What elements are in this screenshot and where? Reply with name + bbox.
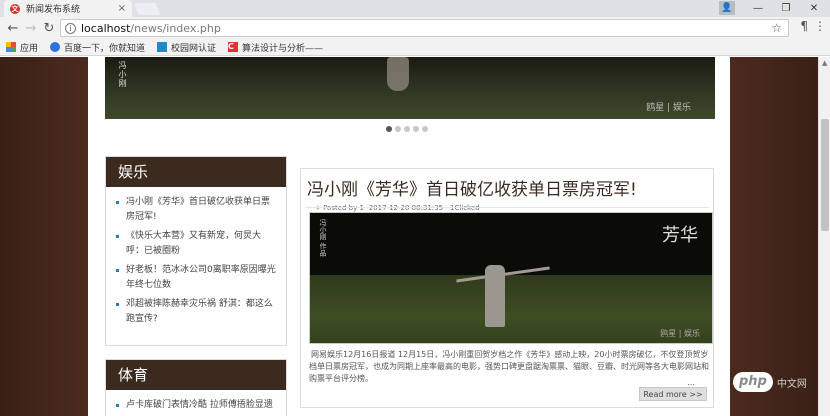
url-host: localhost — [81, 21, 131, 35]
watermark-text: 中文网 — [776, 378, 807, 390]
article-excerpt: 网易娱乐12月16日报道 12月15日，冯小刚重回贺岁档之作《芳华》感动上映，2… — [309, 350, 709, 383]
article-image: 冯小刚 作品 芳华 鸥星 | 娱乐 — [309, 212, 713, 344]
bookmark-star-icon[interactable]: ☆ — [771, 21, 782, 35]
page-content: 冯小刚 鸥星 | 娱乐 娱乐 冯小刚《芳华》首日破亿收获单日票房冠军! 《快乐大… — [88, 57, 730, 416]
close-window-icon[interactable]: ✕ — [800, 0, 828, 17]
profile-icon[interactable]: 👤 — [719, 1, 735, 15]
tab-close-icon[interactable]: × — [118, 3, 126, 14]
photo-vertical-text: 冯小刚 作品 — [319, 219, 327, 257]
news-link[interactable]: 卢卡库破门表情冷酷 拉师傅捂脸显遗 — [116, 398, 278, 413]
carousel-dot[interactable] — [422, 126, 428, 132]
bookmark-csdn[interactable]: C 算法设计与分析—— — [228, 41, 323, 54]
forward-icon[interactable]: → — [22, 19, 40, 37]
site-favicon-icon: 文 — [10, 3, 20, 14]
news-link[interactable]: 好老板！范冰冰公司0离职率原因曝光年终七位数 — [116, 263, 278, 293]
carousel-dot[interactable] — [413, 126, 419, 132]
new-tab-button[interactable] — [133, 3, 161, 15]
back-icon[interactable]: ← — [4, 19, 22, 37]
news-link[interactable]: 《快乐大本营》又有新宠，何炅大呼：已被圈粉 — [116, 229, 278, 259]
tab-strip: 文 新闻发布系统 × 👤 — ❐ ✕ — [0, 0, 830, 17]
page-background-left — [0, 57, 88, 416]
bookmark-baidu[interactable]: 百度一下，你就知道 — [50, 41, 145, 54]
browser-tab[interactable]: 文 新闻发布系统 × — [4, 0, 132, 17]
scrollbar-thumb[interactable] — [821, 119, 829, 231]
paw-icon — [50, 42, 61, 52]
carousel-dots — [386, 126, 428, 132]
carousel-banner[interactable]: 冯小刚 鸥星 | 娱乐 — [105, 57, 715, 119]
carousel-dot[interactable] — [386, 126, 392, 132]
photo-dancer — [485, 265, 505, 327]
excerpt-ellipsis: ... — [687, 378, 695, 387]
url-path: /news/index.php — [130, 21, 221, 35]
page-scrollbar[interactable]: ▲ — [818, 57, 830, 416]
bookmark-label: 应用 — [20, 43, 39, 54]
info-icon[interactable]: i — [65, 22, 76, 34]
divider — [305, 207, 709, 208]
featured-article: 冯小刚《芳华》首日破亿收获单日票房冠军! + Posted by 1 -2017… — [300, 168, 714, 408]
photo-logo: 芳华 — [662, 225, 698, 246]
bookmark-campus[interactable]: 校园网认证 — [157, 41, 216, 54]
section-heading: 体育 — [106, 360, 286, 390]
carousel-dot[interactable] — [395, 126, 401, 132]
section-entertainment: 娱乐 冯小刚《芳华》首日破亿收获单日票房冠军! 《快乐大本营》又有新宠，何炅大呼… — [105, 156, 287, 346]
bookmark-label: 百度一下，你就知道 — [64, 43, 146, 54]
minimize-icon[interactable]: — — [744, 0, 772, 17]
web-page: 冯小刚 鸥星 | 娱乐 娱乐 冯小刚《芳华》首日破亿收获单日票房冠军! 《快乐大… — [0, 57, 818, 416]
bookmark-apps[interactable]: 应用 — [6, 41, 38, 54]
bookmark-label: 算法设计与分析—— — [242, 43, 324, 54]
extension-icon[interactable]: ¶ — [800, 19, 808, 33]
browser-toolbar: ← → ↻ i localhost/news/index.php ☆ ¶ ⋮ — [0, 17, 830, 39]
read-more-button[interactable]: Read more >> — [639, 387, 707, 401]
banner-brand: 鸥星 | 娱乐 — [646, 103, 691, 113]
address-bar[interactable]: i localhost/news/index.php ☆ — [60, 19, 789, 37]
section-heading: 娱乐 — [106, 157, 286, 187]
scroll-up-icon[interactable]: ▲ — [822, 59, 827, 67]
csdn-icon: C — [228, 42, 239, 52]
photo-brand: 鸥星 | 娱乐 — [660, 329, 700, 338]
reload-icon[interactable]: ↻ — [40, 19, 58, 37]
tab-title: 新闻发布系统 — [26, 5, 81, 15]
page-background-right — [730, 57, 818, 416]
apps-icon — [6, 42, 16, 52]
news-link[interactable]: 冯小刚《芳华》首日破亿收获单日票房冠军! — [116, 195, 278, 225]
photo-sky — [310, 213, 712, 275]
photo-grass — [310, 275, 712, 343]
news-link[interactable]: 邓超被摔陈赫幸灾乐祸 舒淇：都这么跑宣传? — [116, 297, 278, 327]
bookmarks-bar: 应用 百度一下，你就知道 校园网认证 C 算法设计与分析—— — [0, 39, 830, 56]
article-title[interactable]: 冯小刚《芳华》首日破亿收获单日票房冠军! — [301, 169, 713, 200]
carousel-dot[interactable] — [404, 126, 410, 132]
watermark-logo: php — [733, 372, 773, 392]
banner-vertical-text: 冯小刚 — [118, 61, 127, 88]
menu-icon[interactable]: ⋮ — [814, 19, 826, 33]
article-meta: + Posted by 1 -2017-12-20 08:31:35 - 1Cl… — [315, 204, 480, 212]
school-icon — [157, 42, 168, 52]
section-sports: 体育 卢卡库破门表情冷酷 拉师傅捂脸显遗 — [105, 359, 287, 416]
banner-figure — [387, 57, 409, 91]
watermark: php 中文网 — [733, 372, 807, 392]
restore-icon[interactable]: ❐ — [772, 0, 800, 17]
bookmark-label: 校园网认证 — [171, 43, 217, 54]
